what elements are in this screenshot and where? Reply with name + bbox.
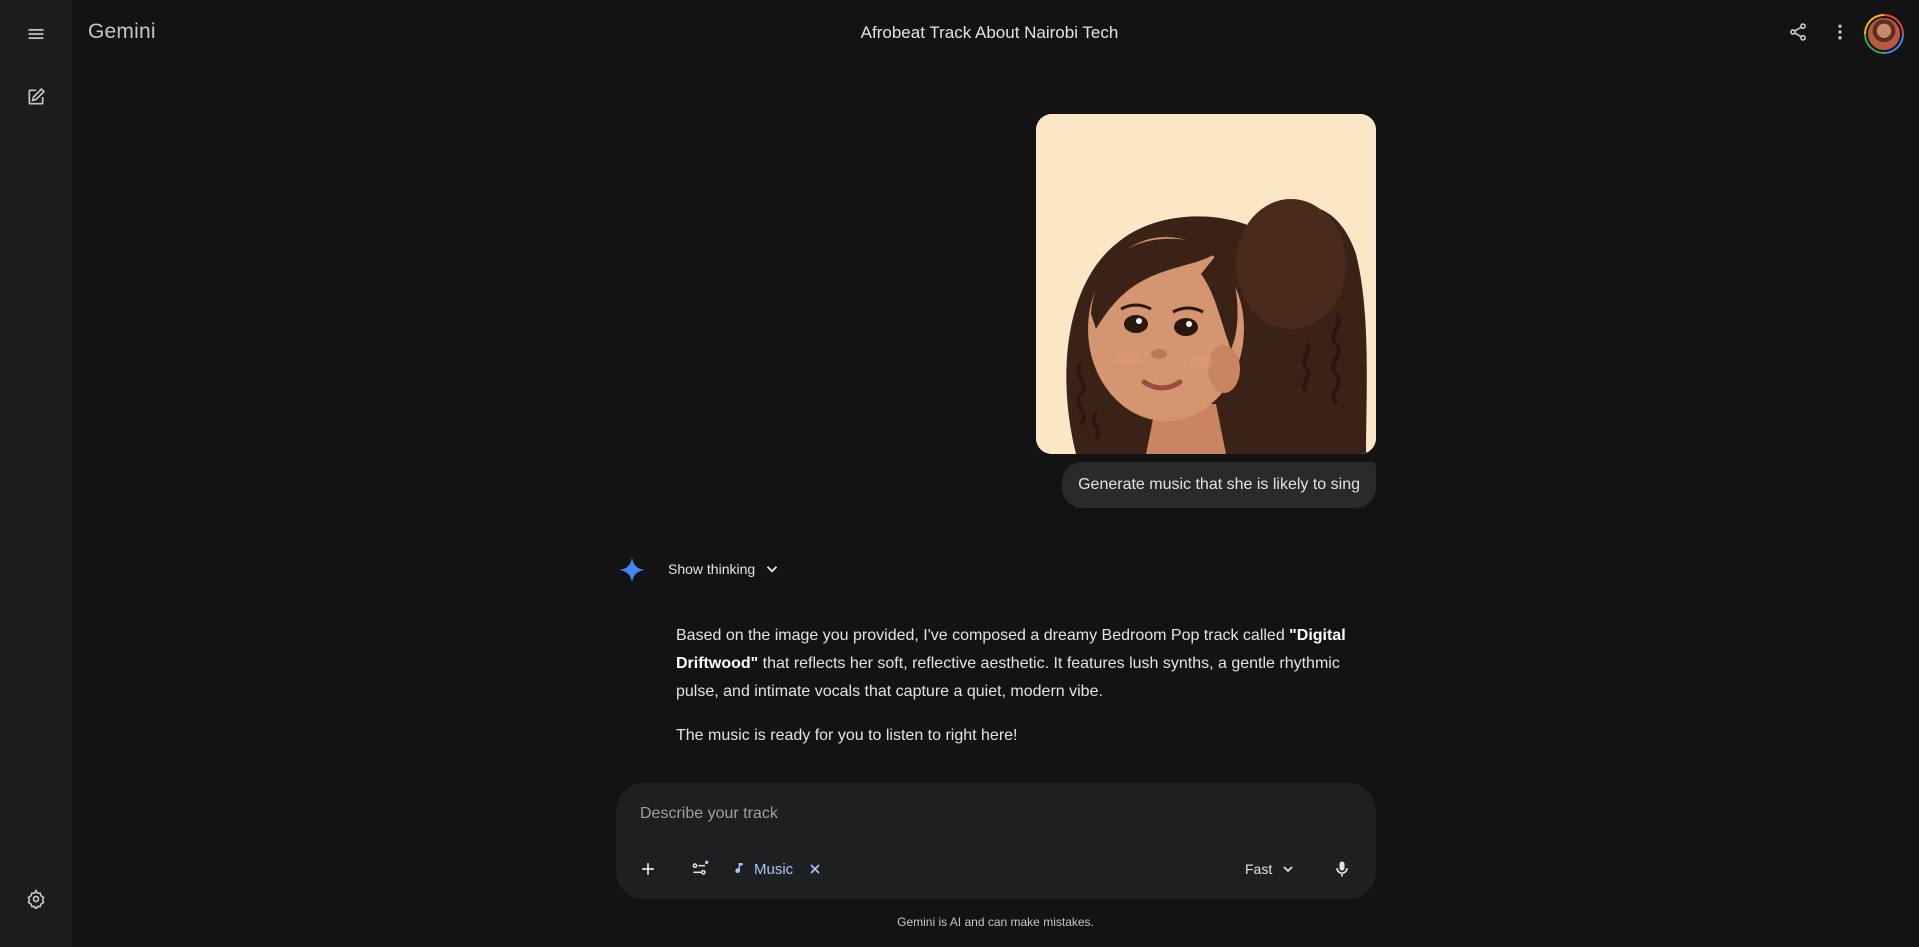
music-tool-chip[interactable]: Music: [732, 851, 823, 887]
show-thinking-label: Show thinking: [668, 561, 756, 577]
side-rail: [0, 0, 72, 947]
music-chip-label: Music: [754, 860, 794, 878]
new-chat-icon[interactable]: [16, 77, 56, 117]
show-thinking-toggle[interactable]: Show thinking: [668, 560, 781, 578]
model-selector[interactable]: Fast: [1245, 851, 1296, 887]
prompt-composer: Music Fast: [616, 783, 1376, 899]
app-root: Gemini Afrobeat Track About Nairobi Tech: [0, 0, 1919, 947]
prompt-input[interactable]: [640, 805, 1340, 823]
model-selector-label: Fast: [1245, 861, 1273, 877]
avatar-image: [1866, 16, 1902, 52]
uploaded-image[interactable]: [1036, 114, 1376, 454]
user-message: Generate music that she is likely to sin…: [1062, 462, 1376, 508]
chevron-down-icon: [767, 566, 778, 573]
settings-icon[interactable]: [16, 879, 56, 919]
add-icon[interactable]: [630, 851, 666, 887]
response-text: Based on the image you provided, I've co…: [676, 627, 1290, 644]
model-response: Based on the image you provided, I've co…: [676, 622, 1376, 766]
gemini-spark-icon: [619, 557, 645, 583]
chevron-down-icon: [1283, 866, 1293, 873]
music-note-icon: [735, 863, 743, 873]
response-paragraph: The music is ready for you to listen to …: [676, 727, 1018, 744]
account-avatar[interactable]: [1864, 14, 1904, 54]
microphone-icon[interactable]: [1324, 851, 1360, 887]
portrait-illustration: [1036, 114, 1376, 454]
response-text: that reflects her soft, reflective aesth…: [676, 655, 1340, 700]
disclaimer: Gemini is AI and can make mistakes.: [897, 915, 1094, 929]
close-icon[interactable]: [807, 861, 823, 877]
conversation-title: Afrobeat Track About Nairobi Tech: [860, 23, 1119, 42]
share-icon[interactable]: [1780, 14, 1816, 50]
tools-icon[interactable]: [682, 851, 718, 887]
response-paragraph: Based on the image you provided, I've co…: [676, 622, 1376, 706]
more-vert-icon[interactable]: [1822, 14, 1858, 50]
